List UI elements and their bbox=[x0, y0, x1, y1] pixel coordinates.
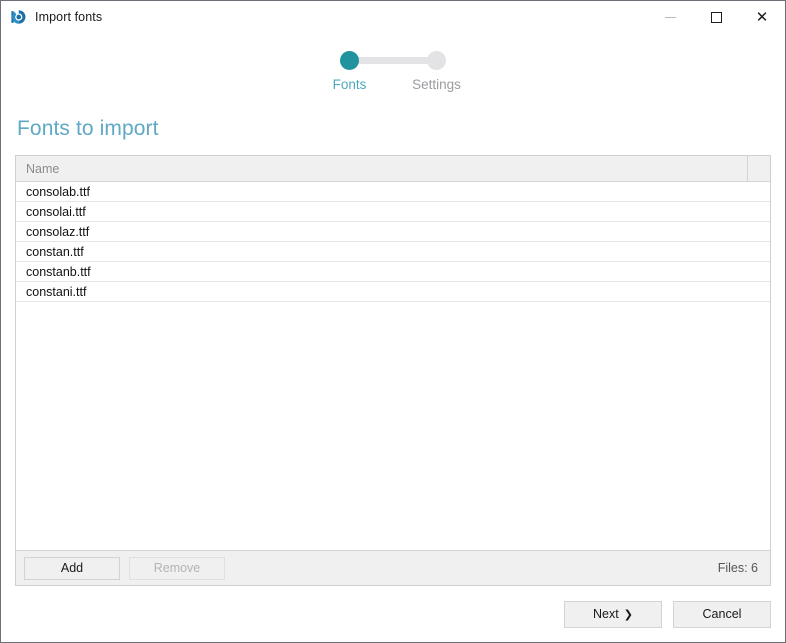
cell-file-name: consolai.ttf bbox=[26, 204, 86, 219]
stepper-track bbox=[349, 57, 437, 64]
cell-file-name: consolaz.ttf bbox=[26, 224, 90, 239]
table-toolbar: Add Remove Files: 6 bbox=[16, 550, 770, 585]
maximize-button[interactable] bbox=[693, 1, 739, 33]
cancel-button[interactable]: Cancel bbox=[673, 600, 771, 628]
table-row[interactable]: consolab.ttf bbox=[16, 182, 770, 202]
remove-button[interactable]: Remove bbox=[129, 556, 225, 580]
close-button[interactable]: ✕ bbox=[739, 1, 785, 33]
table-row[interactable]: constanb.ttf bbox=[16, 262, 770, 282]
chevron-right-icon: ❯ bbox=[623, 607, 633, 621]
minimize-button[interactable] bbox=[647, 1, 693, 33]
maximize-icon bbox=[710, 11, 722, 23]
dialog-content: Fonts Settings Fonts to import Name cons… bbox=[1, 33, 785, 586]
cell-file-name: constani.ttf bbox=[26, 284, 87, 299]
close-icon: ✕ bbox=[755, 7, 769, 26]
column-header-name[interactable]: Name bbox=[16, 156, 748, 181]
title-bar: Import fonts ✕ bbox=[1, 1, 785, 33]
next-button-label: Next bbox=[593, 607, 619, 621]
window-controls: ✕ bbox=[647, 1, 785, 33]
table-row[interactable]: consolaz.ttf bbox=[16, 222, 770, 242]
stepper-label-fonts: Fonts bbox=[332, 77, 367, 92]
stepper-step-fonts[interactable]: Fonts bbox=[333, 51, 366, 92]
import-fonts-window: Import fonts ✕ Fonts Settings Fonts to i… bbox=[0, 0, 786, 643]
wizard-stepper: Fonts Settings bbox=[15, 33, 771, 105]
table-row[interactable]: constani.ttf bbox=[16, 282, 770, 302]
cell-file-name: constan.ttf bbox=[26, 244, 84, 259]
dialog-footer: Next ❯ Cancel bbox=[1, 586, 785, 642]
stepper-step-settings[interactable]: Settings bbox=[412, 51, 461, 92]
table-header-row: Name bbox=[16, 156, 770, 182]
cell-file-name: constanb.ttf bbox=[26, 264, 91, 279]
stepper-dot-settings bbox=[427, 51, 446, 70]
next-button[interactable]: Next ❯ bbox=[564, 600, 662, 628]
window-title: Import fonts bbox=[35, 10, 103, 24]
fonts-table: Name consolab.ttf consolai.ttf consolaz.… bbox=[15, 155, 771, 586]
stepper-label-settings: Settings bbox=[412, 77, 461, 92]
app-logo-icon bbox=[11, 10, 26, 24]
stepper-dot-fonts bbox=[340, 51, 359, 70]
table-row[interactable]: consolai.ttf bbox=[16, 202, 770, 222]
column-header-spacer bbox=[748, 156, 770, 181]
minimize-icon bbox=[664, 16, 676, 18]
page-title: Fonts to import bbox=[17, 117, 159, 140]
add-button[interactable]: Add bbox=[24, 556, 120, 580]
cell-file-name: consolab.ttf bbox=[26, 184, 90, 199]
file-count-label: Files: 6 bbox=[717, 561, 758, 575]
table-body[interactable]: consolab.ttf consolai.ttf consolaz.ttf c… bbox=[16, 182, 770, 550]
table-row[interactable]: constan.ttf bbox=[16, 242, 770, 262]
